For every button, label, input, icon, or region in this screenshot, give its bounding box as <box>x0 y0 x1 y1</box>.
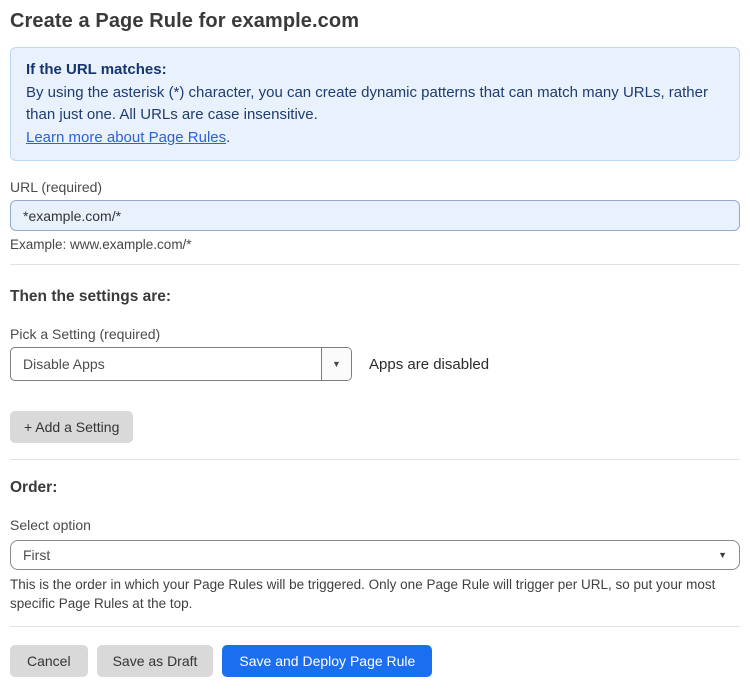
url-field-label: URL (required) <box>10 179 103 195</box>
footer-actions: Cancel Save as Draft Save and Deploy Pag… <box>10 645 740 677</box>
order-section-heading: Order: <box>10 479 58 496</box>
order-helper-text: This is the order in which your Page Rul… <box>10 577 716 611</box>
setting-row: Disable Apps ▼ Apps are disabled <box>10 347 740 381</box>
cancel-button[interactable]: Cancel <box>10 645 88 677</box>
divider <box>10 459 740 460</box>
save-and-deploy-button[interactable]: Save and Deploy Page Rule <box>222 645 433 677</box>
add-setting-button[interactable]: + Add a Setting <box>10 411 134 443</box>
divider <box>10 626 740 627</box>
info-box-heading: If the URL matches: <box>26 61 167 78</box>
info-box-link-line: Learn more about Page Rules. <box>26 127 724 150</box>
divider <box>10 264 740 265</box>
page-rule-form: Create a Page Rule for example.com If th… <box>0 0 750 677</box>
save-as-draft-button[interactable]: Save as Draft <box>96 645 214 677</box>
link-suffix: . <box>226 128 231 146</box>
url-input[interactable] <box>10 200 740 231</box>
setting-dropdown[interactable]: Disable Apps ▼ <box>10 347 352 381</box>
order-select-wrap: First ▼ <box>10 540 740 570</box>
pick-setting-label: Pick a Setting (required) <box>10 326 161 342</box>
url-match-info-box: If the URL matches: By using the asteris… <box>10 47 740 161</box>
setting-status-text: Apps are disabled <box>369 355 490 373</box>
page-title: Create a Page Rule for example.com <box>10 10 360 32</box>
settings-section-heading: Then the settings are: <box>10 288 172 305</box>
url-example-helper: Example: www.example.com/* <box>10 237 192 252</box>
info-box-body: By using the asterisk (*) character, you… <box>26 83 708 124</box>
setting-dropdown-value: Disable Apps <box>23 356 105 372</box>
order-select-value: First <box>23 547 51 563</box>
order-select[interactable]: First <box>10 540 740 570</box>
setting-dropdown-button[interactable]: ▼ <box>321 348 351 380</box>
chevron-down-icon: ▼ <box>332 359 341 369</box>
select-option-label: Select option <box>10 517 91 533</box>
learn-more-link[interactable]: Learn more about Page Rules <box>26 129 226 146</box>
